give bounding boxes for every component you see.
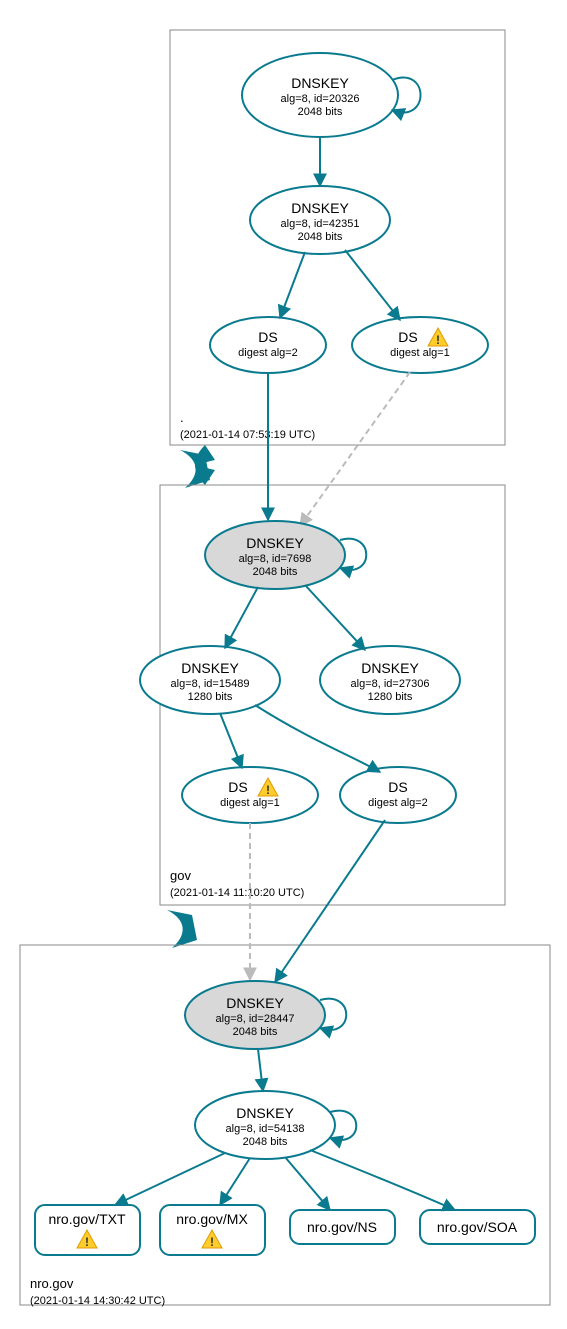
svg-text:DNSKEY: DNSKEY xyxy=(226,995,284,1011)
svg-text:digest alg=1: digest alg=1 xyxy=(220,797,280,809)
svg-text:digest alg=1: digest alg=1 xyxy=(390,347,450,359)
svg-text:DNSKEY: DNSKEY xyxy=(291,75,349,91)
rr-soa: nro.gov/SOA xyxy=(420,1210,535,1244)
svg-text:2048 bits: 2048 bits xyxy=(298,106,343,118)
rr-txt: nro.gov/TXT ! xyxy=(35,1205,140,1255)
zone-root-label: . xyxy=(180,410,184,425)
node-nro-ksk: DNSKEY alg=8, id=28447 2048 bits xyxy=(185,981,325,1049)
svg-text:DNSKEY: DNSKEY xyxy=(236,1105,294,1121)
node-gov-zsk-27306: DNSKEY alg=8, id=27306 1280 bits xyxy=(320,646,460,714)
svg-text:alg=8, id=7698: alg=8, id=7698 xyxy=(239,553,312,565)
svg-text:1280 bits: 1280 bits xyxy=(368,691,413,703)
zone-nro-label: nro.gov xyxy=(30,1276,74,1291)
node-root-ksk: DNSKEY alg=8, id=20326 2048 bits xyxy=(242,53,398,137)
svg-text:DNSKEY: DNSKEY xyxy=(181,660,239,676)
svg-text:nro.gov/MX: nro.gov/MX xyxy=(176,1211,248,1227)
svg-text:DNSKEY: DNSKEY xyxy=(291,200,349,216)
svg-text:!: ! xyxy=(436,333,440,347)
svg-text:alg=8, id=54138: alg=8, id=54138 xyxy=(226,1123,305,1135)
svg-text:DS: DS xyxy=(398,329,417,345)
node-root-zsk: DNSKEY alg=8, id=42351 2048 bits xyxy=(250,186,390,254)
svg-text:nro.gov/NS: nro.gov/NS xyxy=(307,1219,377,1235)
zone-gov: gov (2021-01-14 11:10:20 UTC) DNSKEY alg… xyxy=(140,372,505,905)
svg-text:2048 bits: 2048 bits xyxy=(243,1136,288,1148)
svg-text:2048 bits: 2048 bits xyxy=(233,1026,278,1038)
zone-gov-label: gov xyxy=(170,868,191,883)
svg-text:nro.gov/SOA: nro.gov/SOA xyxy=(437,1219,518,1235)
node-root-ds-2: DS digest alg=2 xyxy=(210,317,326,373)
svg-text:digest alg=2: digest alg=2 xyxy=(238,347,298,359)
zone-gov-time: (2021-01-14 11:10:20 UTC) xyxy=(170,887,304,899)
node-gov-ds-2: DS digest alg=2 xyxy=(340,767,456,823)
svg-text:!: ! xyxy=(210,1235,214,1249)
svg-text:2048 bits: 2048 bits xyxy=(298,231,343,243)
zone-root-time: (2021-01-14 07:53:19 UTC) xyxy=(180,429,315,441)
svg-text:2048 bits: 2048 bits xyxy=(253,566,298,578)
svg-text:1280 bits: 1280 bits xyxy=(188,691,233,703)
zone-root: . (2021-01-14 07:53:19 UTC) DNSKEY alg=8… xyxy=(170,30,505,445)
node-gov-ds-1: DS digest alg=1 ! xyxy=(182,767,318,823)
node-nro-zsk: DNSKEY alg=8, id=54138 2048 bits xyxy=(195,1091,335,1159)
svg-text:alg=8, id=15489: alg=8, id=15489 xyxy=(171,678,250,690)
svg-text:DS: DS xyxy=(388,779,407,795)
svg-text:DNSKEY: DNSKEY xyxy=(246,535,304,551)
node-gov-ksk: DNSKEY alg=8, id=7698 2048 bits xyxy=(205,521,345,589)
svg-text:DS: DS xyxy=(228,779,247,795)
node-gov-zsk-15489: DNSKEY alg=8, id=15489 1280 bits xyxy=(140,646,280,714)
node-root-ds-1: DS digest alg=1 ! xyxy=(352,317,488,373)
rr-mx: nro.gov/MX ! xyxy=(160,1205,265,1255)
svg-text:alg=8, id=28447: alg=8, id=28447 xyxy=(216,1013,295,1025)
svg-text:digest alg=2: digest alg=2 xyxy=(368,797,428,809)
svg-text:nro.gov/TXT: nro.gov/TXT xyxy=(48,1211,125,1227)
rr-ns: nro.gov/NS xyxy=(290,1210,395,1244)
svg-text:alg=8, id=20326: alg=8, id=20326 xyxy=(281,93,360,105)
svg-text:DNSKEY: DNSKEY xyxy=(361,660,419,676)
svg-text:!: ! xyxy=(266,783,270,797)
svg-text:alg=8, id=42351: alg=8, id=42351 xyxy=(281,218,360,230)
svg-text:alg=8, id=27306: alg=8, id=27306 xyxy=(351,678,430,690)
svg-text:DS: DS xyxy=(258,329,277,345)
svg-text:!: ! xyxy=(85,1235,89,1249)
zone-nro-time: (2021-01-14 14:30:42 UTC) xyxy=(30,1295,165,1307)
